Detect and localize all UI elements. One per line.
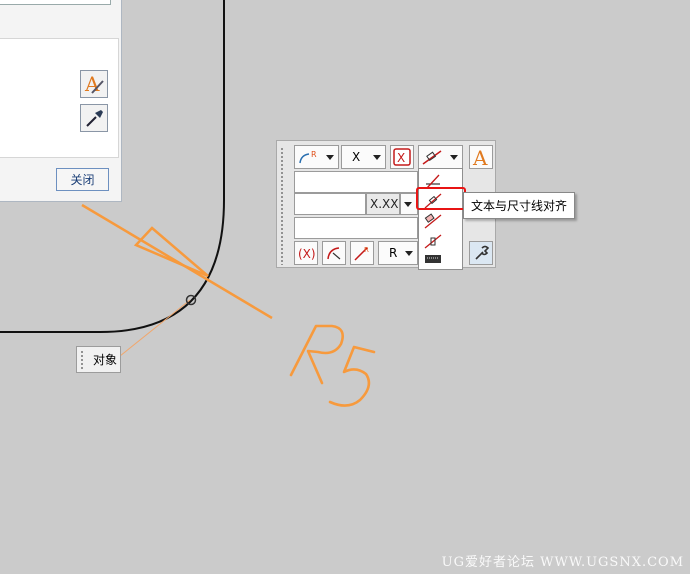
dimension-text-r5[interactable]: [289, 324, 376, 407]
svg-text:R: R: [364, 246, 369, 254]
object-label-drag-handle[interactable]: [80, 350, 84, 370]
arc-radius-icon: [327, 247, 341, 260]
dialog-input-field[interactable]: [0, 0, 111, 5]
expression-icon: X: [393, 148, 411, 166]
axis-dropdown[interactable]: X: [341, 145, 386, 169]
suffix-text-field[interactable]: [294, 217, 418, 239]
expression-button[interactable]: X: [390, 145, 414, 169]
expression-bracket-icon: (X): [298, 247, 315, 261]
prefix-text-field[interactable]: [294, 171, 418, 193]
wrench-icon: [475, 245, 490, 260]
format-value: X.XX: [370, 197, 399, 211]
expression-button-2[interactable]: (X): [294, 241, 318, 265]
perpendicular-text-icon: [424, 234, 442, 249]
object-label-text: 对象: [93, 353, 118, 367]
menu-item-above[interactable]: [422, 212, 444, 230]
tooltip: 文本与尺寸线对齐: [463, 192, 576, 219]
close-button[interactable]: 关闭: [56, 168, 109, 191]
text-style-icon: A: [84, 73, 104, 95]
annotation-style-icon: A: [472, 147, 488, 167]
radius-to-center-button[interactable]: R: [350, 241, 374, 265]
chevron-down-icon: [373, 155, 381, 160]
svg-text:R: R: [311, 150, 317, 159]
toolbar-drag-handle[interactable]: [280, 147, 284, 265]
eyedropper-button[interactable]: [80, 104, 108, 132]
svg-text:(X): (X): [298, 247, 315, 261]
leader-type-dropdown[interactable]: R: [294, 145, 339, 169]
keyboard-icon: [425, 255, 441, 263]
menu-item-keyboard[interactable]: [422, 252, 444, 270]
settings-button[interactable]: [469, 241, 493, 265]
radius-center-icon: R: [354, 246, 369, 261]
svg-text:X: X: [397, 151, 405, 165]
chevron-down-icon: [404, 202, 412, 207]
selection-highlight: [416, 187, 466, 210]
format-button[interactable]: X.XX: [366, 193, 400, 215]
text-alignment-dropdown[interactable]: [418, 145, 463, 169]
text-style-button[interactable]: A: [80, 70, 108, 98]
eyedropper-icon: [86, 110, 103, 127]
chevron-down-icon: [405, 251, 413, 256]
leader-radius-icon: R: [299, 150, 317, 164]
svg-text:A: A: [472, 147, 488, 167]
text-alignment-menu: [418, 168, 463, 270]
dimension-arrowhead: [133, 226, 209, 278]
dialog-settings-group: A: [0, 38, 119, 158]
axis-dropdown-value: X: [352, 150, 361, 164]
dimension-value-field[interactable]: [294, 193, 366, 215]
watermark: UG爱好者论坛 WWW.UGSNX.COM: [441, 555, 684, 570]
menu-item-perpendicular[interactable]: [422, 232, 444, 250]
radius-symbol-value: R: [389, 246, 398, 260]
chevron-down-icon: [326, 155, 334, 160]
above-line-text-icon: [424, 213, 442, 229]
object-label[interactable]: 对象: [76, 346, 121, 373]
radius-symbol-dropdown[interactable]: R: [378, 241, 418, 265]
arc-radius-button[interactable]: [322, 241, 346, 265]
text-aligned-icon: [422, 150, 442, 165]
annotation-style-button[interactable]: A: [469, 145, 493, 169]
object-leader-line: [119, 299, 191, 357]
chevron-down-icon: [450, 155, 458, 160]
dimension-dialog: A 关闭: [0, 0, 122, 202]
